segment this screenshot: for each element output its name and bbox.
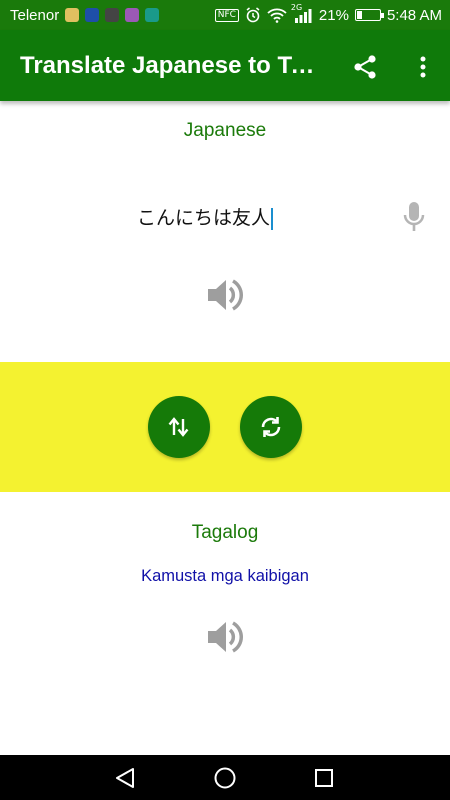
status-bar: Telenor NFC 2G 21% 5:48 AM (0, 0, 450, 30)
mic-icon (403, 202, 425, 231)
mic-button[interactable] (400, 200, 428, 234)
broom-icon (65, 8, 80, 22)
clock-time: 5:48 AM (386, 6, 442, 24)
carrier-name: Telenor (10, 6, 60, 24)
target-speak-button[interactable] (204, 617, 246, 657)
more-vert-icon (420, 56, 426, 78)
back-button[interactable] (110, 763, 140, 793)
app-bar: Translate Japanese to Ta... (0, 30, 450, 101)
system-nav-bar (0, 755, 450, 800)
swap-vertical-icon (168, 417, 189, 437)
wifi-icon (267, 8, 287, 23)
source-language-label[interactable]: Japanese (0, 120, 450, 142)
signal-icon: 2G (291, 3, 313, 23)
overflow-menu-button[interactable] (410, 52, 436, 82)
recents-button[interactable] (309, 763, 339, 793)
recents-square-icon (315, 769, 333, 787)
clock-app-icon (105, 8, 120, 22)
battery-percent: 21% (318, 6, 349, 24)
refresh-icon (261, 417, 281, 437)
text-cursor (271, 207, 273, 230)
battery-icon (354, 9, 384, 21)
alarm-icon (246, 7, 260, 23)
source-speak-button[interactable] (204, 275, 246, 315)
action-band (0, 362, 450, 492)
refresh-translation-button[interactable] (240, 396, 302, 458)
speaker-icon (208, 621, 243, 653)
home-circle-icon (214, 767, 236, 789)
share-button[interactable] (350, 52, 380, 82)
translated-text: Kamusta mga kaibigan (141, 567, 309, 585)
home-button[interactable] (210, 763, 240, 793)
back-triangle-icon (116, 768, 134, 788)
source-text-input[interactable]: こんにちは友人 (0, 203, 410, 230)
target-language-label[interactable]: Tagalog (0, 522, 450, 544)
source-text: こんにちは友人 (136, 207, 270, 229)
app-title: Translate Japanese to Ta... (20, 51, 320, 79)
gallery-icon (125, 8, 140, 22)
speaker-icon (208, 279, 243, 311)
share-icon (354, 55, 376, 79)
swap-languages-button[interactable] (148, 396, 210, 458)
download-icon (145, 8, 160, 22)
messenger-icon (85, 8, 100, 22)
nfc-icon: NFC (214, 8, 239, 22)
